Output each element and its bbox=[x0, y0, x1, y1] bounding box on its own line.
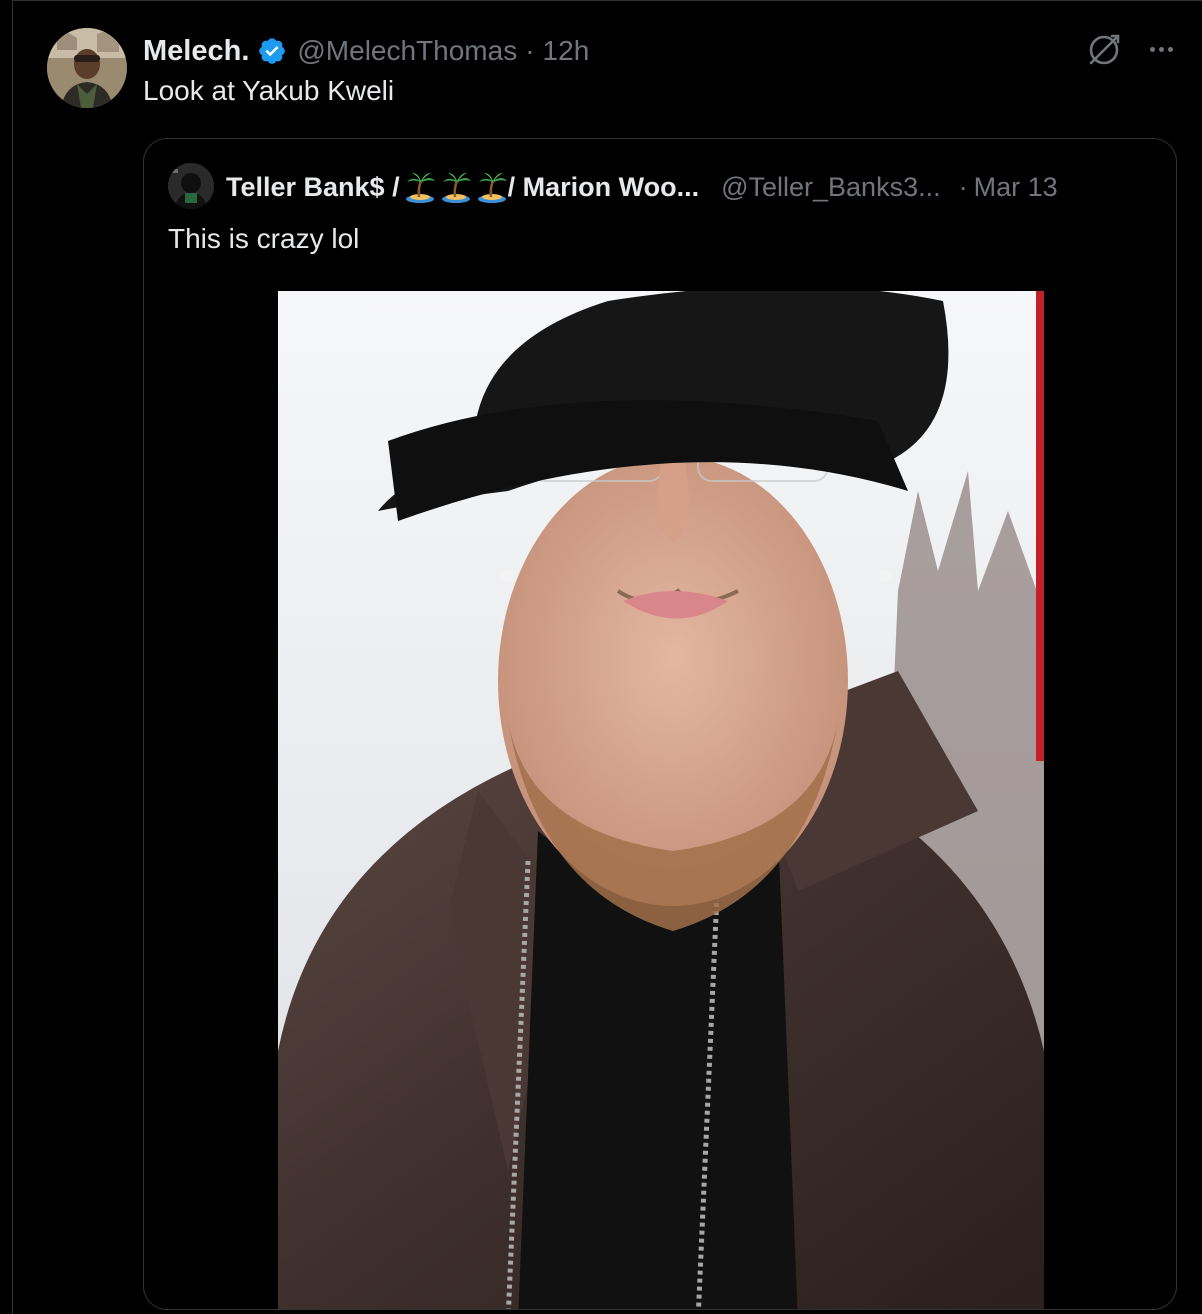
quoted-display-name-part2[interactable]: / Marion Woo... bbox=[508, 172, 700, 203]
avatar[interactable] bbox=[47, 28, 127, 108]
more-options-icon[interactable] bbox=[1141, 35, 1181, 63]
desert-island-emoji-icon bbox=[440, 170, 472, 204]
quoted-avatar[interactable] bbox=[168, 163, 214, 209]
tweet-header: Melech. @MelechThomas · 12h bbox=[143, 31, 589, 71]
quoted-separator-dot: · bbox=[958, 171, 968, 202]
tweet-text: Look at Yakub Kweli bbox=[143, 75, 395, 106]
handle[interactable]: @MelechThomas bbox=[297, 35, 517, 67]
portrait-photo bbox=[278, 291, 1044, 1309]
quoted-media-photo[interactable] bbox=[278, 291, 1044, 1309]
separator-dot: · bbox=[525, 35, 535, 66]
quoted-header: Teller Bank$ / / Marion Woo... @Teller_B… bbox=[226, 167, 1058, 207]
quoted-display-name-part1[interactable]: Teller Bank$ / bbox=[226, 172, 400, 203]
verified-badge-icon[interactable] bbox=[257, 36, 287, 66]
tweet[interactable]: Melech. @MelechThomas · 12h Look at Yaku… bbox=[13, 1, 1202, 1314]
grok-icon[interactable] bbox=[1085, 31, 1123, 69]
quoted-tweet-text: This is crazy lol bbox=[168, 223, 360, 254]
quoted-avatar-image bbox=[168, 163, 214, 209]
display-name[interactable]: Melech. bbox=[143, 35, 249, 68]
desert-island-emoji-icon bbox=[404, 170, 436, 204]
avatar-image bbox=[47, 28, 127, 108]
quoted-tweet-card[interactable]: Teller Bank$ / / Marion Woo... @Teller_B… bbox=[143, 138, 1177, 1310]
timestamp[interactable]: 12h bbox=[543, 35, 590, 67]
desert-island-emoji-icon bbox=[476, 170, 508, 204]
timeline-frame: Melech. @MelechThomas · 12h Look at Yaku… bbox=[0, 0, 1202, 1314]
quoted-timestamp[interactable]: Mar 13 bbox=[974, 172, 1058, 203]
quoted-handle[interactable]: @Teller_Banks3... bbox=[721, 172, 941, 203]
